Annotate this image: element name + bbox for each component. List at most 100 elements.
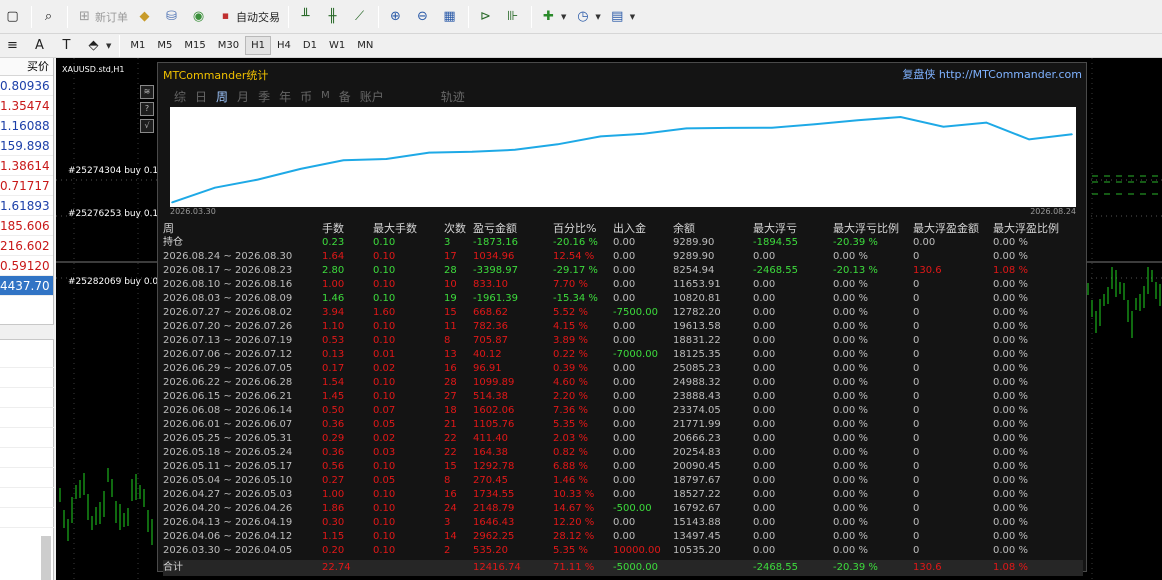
table-row[interactable]: 2026.06.22 ~ 2026.06.28 1.54 0.10 28 1099.89…: [163, 376, 1083, 390]
market-watch-price[interactable]: 185.606: [0, 216, 53, 236]
indicators-button[interactable]: ✚ ▼: [537, 5, 569, 29]
bar-chart-button[interactable]: ╨: [294, 5, 319, 29]
list-item[interactable]: [0, 488, 54, 508]
market-watch-price[interactable]: 1.16088: [0, 116, 53, 136]
text-tool-button[interactable]: A: [28, 34, 53, 58]
table-cell: 9289.90: [673, 237, 715, 248]
market-watch-price[interactable]: 0.59120: [0, 256, 53, 276]
checkmark-icon[interactable]: √: [140, 119, 154, 133]
list-item[interactable]: [0, 348, 54, 368]
templates-button[interactable]: ▤ ▼: [606, 5, 638, 29]
table-cell: 0.00 %: [993, 419, 1028, 430]
signals-button[interactable]: ◉: [187, 5, 212, 29]
list-item[interactable]: [0, 448, 54, 468]
table-row[interactable]: 2026.08.10 ~ 2026.08.16 1.00 0.10 10 833.10 7…: [163, 278, 1083, 292]
table-row[interactable]: 2026.05.25 ~ 2026.05.31 0.29 0.02 22 411.40 2…: [163, 432, 1083, 446]
panel-side-buttons: ≋? √: [140, 85, 156, 136]
table-row[interactable]: 2026.07.27 ~ 2026.08.02 3.94 1.60 15 668.62 5…: [163, 306, 1083, 320]
market-watch-price[interactable]: 1.38614: [0, 156, 53, 176]
scrollbar-thumb[interactable]: [41, 536, 51, 580]
zoom-in-button[interactable]: ⊕: [384, 5, 409, 29]
table-cell: 2.20 %: [553, 391, 588, 402]
table-row[interactable]: 2026.06.29 ~ 2026.07.05 0.17 0.02 16 96.91 0.…: [163, 362, 1083, 376]
position-row[interactable]: 持仓 0.23 0.10 3 -1873.16 -20.16 % 0.00 9289.90 -1…: [163, 236, 1083, 250]
market-watch-price[interactable]: 216.602: [0, 236, 53, 256]
market-watch-price[interactable]: 4437.70: [0, 276, 53, 296]
table-row[interactable]: 2026.07.13 ~ 2026.07.19 0.53 0.10 8 705.87 3.…: [163, 334, 1083, 348]
timeframe-m30-button[interactable]: M30: [212, 36, 245, 55]
table-row[interactable]: 2026.07.20 ~ 2026.07.26 1.10 0.10 11 782.36 4…: [163, 320, 1083, 334]
line-chart-button[interactable]: ⟋: [348, 5, 373, 29]
order-label-3[interactable]: #25282069 buy 0.03: [68, 277, 164, 287]
list-item[interactable]: [0, 388, 54, 408]
autoscroll-button[interactable]: ⊳: [474, 5, 499, 29]
help-icon[interactable]: ?: [140, 102, 154, 116]
brand-url[interactable]: http://MTCommander.com: [939, 68, 1082, 81]
market-watch-splitter[interactable]: [0, 324, 54, 340]
market-watch-price[interactable]: 1.61893: [0, 196, 53, 216]
table-row[interactable]: 2026.06.15 ~ 2026.06.21 1.45 0.10 27 514.38 2…: [163, 390, 1083, 404]
table-cell: 0.00 %: [993, 503, 1028, 514]
market-watch-price[interactable]: 0.71717: [0, 176, 53, 196]
list-item[interactable]: [0, 368, 54, 388]
timeframe-d1-button[interactable]: D1: [297, 36, 323, 55]
order-label-2[interactable]: #25276253 buy 0.10: [68, 209, 164, 219]
timeframe-m15-button[interactable]: M15: [178, 36, 211, 55]
new-order-icon: ⊞: [79, 9, 90, 24]
table-row[interactable]: 2026.07.06 ~ 2026.07.12 0.13 0.01 13 40.12 0.…: [163, 348, 1083, 362]
list-item[interactable]: [0, 428, 54, 448]
timeframe-m1-button[interactable]: M1: [124, 36, 151, 55]
zoom-out-button[interactable]: ⊖: [411, 5, 436, 29]
arrows-tool-button[interactable]: ⬘ ▼: [82, 34, 114, 58]
table-cell: 0.00 %: [993, 377, 1028, 388]
table-row[interactable]: 2026.06.01 ~ 2026.06.07 0.36 0.05 21 1105.76…: [163, 418, 1083, 432]
list-item[interactable]: [0, 508, 54, 528]
chart-shift-button[interactable]: ⊪: [501, 5, 526, 29]
list-item[interactable]: [0, 468, 54, 488]
table-row[interactable]: 2026.05.18 ~ 2026.05.24 0.36 0.03 22 164.38 0…: [163, 446, 1083, 460]
table-row[interactable]: 2026.04.27 ~ 2026.05.03 1.00 0.10 16 1734.55…: [163, 488, 1083, 502]
new-chart-button[interactable]: ▢: [1, 5, 26, 29]
periods-button[interactable]: ◷ ▼: [571, 5, 603, 29]
table-row[interactable]: 2026.04.06 ~ 2026.04.12 1.15 0.10 14 2962.25…: [163, 530, 1083, 544]
table-cell: 2: [444, 545, 451, 556]
market-watch-list: 0.80936 1.35474 1.16088 159.898 1.38614 0.717…: [0, 76, 53, 296]
week-period: 2026.05.04 ~ 2026.05.10: [163, 475, 293, 486]
table-row[interactable]: 2026.06.08 ~ 2026.06.14 0.50 0.07 18 1602.06…: [163, 404, 1083, 418]
timeframe-m5-button[interactable]: M5: [151, 36, 178, 55]
market-watch-price[interactable]: 0.80936: [0, 76, 53, 96]
zoom-window-button[interactable]: ⌕: [37, 5, 62, 29]
timeframe-h1-button[interactable]: H1: [245, 36, 271, 55]
meta-editor-button[interactable]: ◆: [133, 5, 158, 29]
timeframe-w1-button[interactable]: W1: [323, 36, 351, 55]
timeframe-h4-button[interactable]: H4: [271, 36, 297, 55]
table-row[interactable]: 2026.05.04 ~ 2026.05.10 0.27 0.05 8 270.45 1.…: [163, 474, 1083, 488]
bid-column-header[interactable]: 买价: [0, 58, 53, 76]
table-row[interactable]: 2026.04.13 ~ 2026.04.19 0.30 0.10 3 1646.43 1…: [163, 516, 1083, 530]
equity-point: [599, 135, 602, 138]
table-cell: 0.00: [613, 461, 636, 472]
auto-trade-button[interactable]: ⏹ 自动交易: [214, 5, 283, 29]
table-row[interactable]: 2026.03.30 ~ 2026.04.05 0.20 0.10 2 535.20 5.…: [163, 544, 1083, 558]
candle-chart-button[interactable]: ╫: [321, 5, 346, 29]
table-cell: 12782.20: [673, 307, 721, 318]
new-order-button[interactable]: ⊞ 新订单: [73, 5, 131, 29]
market-watch-price[interactable]: 1.35474: [0, 96, 53, 116]
table-row[interactable]: 2026.05.11 ~ 2026.05.17 0.56 0.10 15 1292.78…: [163, 460, 1083, 474]
order-label-1[interactable]: #25274304 buy 0.10: [68, 166, 164, 176]
text-label-tool-button[interactable]: T: [55, 34, 80, 58]
market-watch-price[interactable]: 159.898: [0, 136, 53, 156]
table-row[interactable]: 2026.08.03 ~ 2026.08.09 1.46 0.10 19 -1961.3…: [163, 292, 1083, 306]
arrows-icon: ⬘: [88, 38, 99, 53]
table-cell: 0.05: [373, 475, 396, 486]
lines-tool-button[interactable]: ≡: [1, 34, 26, 58]
list-item[interactable]: [0, 408, 54, 428]
stats-toggle-icon[interactable]: ≋: [140, 85, 154, 99]
table-row[interactable]: 2026.08.24 ~ 2026.08.30 1.64 0.10 17 1034.96…: [163, 250, 1083, 264]
table-row[interactable]: 2026.08.17 ~ 2026.08.23 2.80 0.10 28 -3398.9…: [163, 264, 1083, 278]
table-row[interactable]: 2026.04.20 ~ 2026.04.26 1.86 0.10 24 2148.79…: [163, 502, 1083, 516]
panel-brand[interactable]: 复盘侠 http://MTCommander.com: [902, 66, 1082, 82]
timeframe-mn-button[interactable]: MN: [351, 36, 379, 55]
database-button[interactable]: ⛁: [160, 5, 185, 29]
tile-windows-button[interactable]: ▦: [438, 5, 463, 29]
